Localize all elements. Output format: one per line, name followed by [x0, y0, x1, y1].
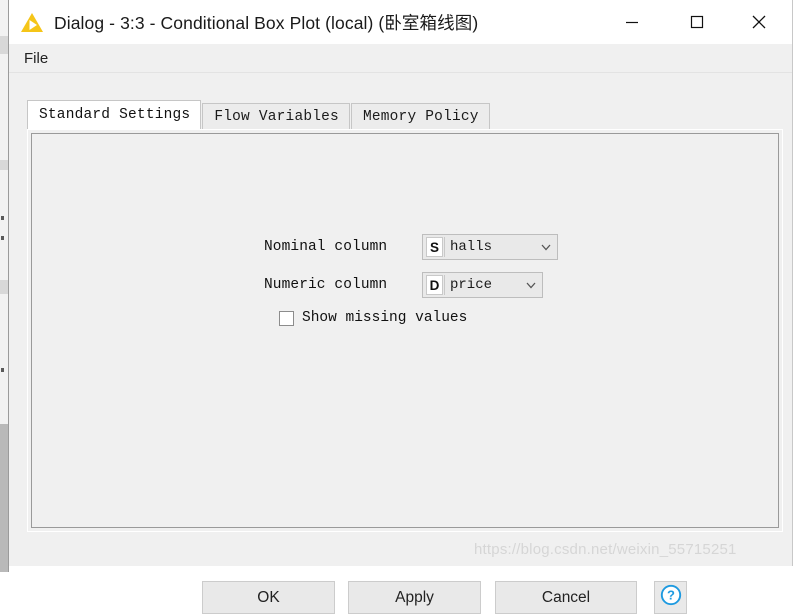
nominal-column-value: halls [450, 239, 493, 255]
minimize-button[interactable] [609, 0, 655, 44]
chevron-down-icon [537, 240, 555, 254]
svg-text:?: ? [667, 588, 675, 603]
cancel-button[interactable]: Cancel [495, 581, 637, 614]
background-band [0, 160, 8, 170]
title-bar: Dialog - 3:3 - Conditional Box Plot (loc… [9, 0, 792, 44]
settings-panel-inner: Nominal column S halls Numeric column D … [31, 133, 779, 528]
background-band [0, 36, 8, 54]
background-tick [1, 236, 4, 240]
background-window-sliver [0, 0, 9, 572]
apply-button[interactable]: Apply [348, 581, 481, 614]
double-type-badge-icon: D [426, 275, 443, 295]
combo-separator [444, 237, 445, 257]
tab-memory-policy[interactable]: Memory Policy [350, 103, 490, 129]
settings-form: Nominal column S halls Numeric column D … [264, 234, 558, 326]
show-missing-values-row[interactable]: Show missing values [279, 310, 558, 326]
maximize-button[interactable] [674, 0, 720, 44]
tab-flow-variables[interactable]: Flow Variables [202, 103, 350, 129]
combo-separator [444, 275, 445, 295]
settings-panel: Nominal column S halls Numeric column D … [27, 129, 783, 532]
help-circle-icon: ? [660, 584, 682, 611]
menu-item-file[interactable]: File [15, 48, 56, 69]
dialog-window: Dialog - 3:3 - Conditional Box Plot (loc… [9, 0, 793, 614]
string-type-badge-icon: S [426, 237, 443, 257]
nominal-column-label: Nominal column [264, 239, 388, 255]
tab-strip: Standard Settings Flow Variables Memory … [27, 100, 491, 129]
show-missing-values-label: Show missing values [302, 310, 468, 326]
numeric-column-select[interactable]: D price [422, 272, 543, 298]
menu-bar: File [9, 44, 792, 73]
background-lower-block [0, 424, 8, 572]
background-tick [1, 368, 4, 372]
ok-button[interactable]: OK [202, 581, 335, 614]
help-button[interactable]: ? [654, 581, 687, 614]
watermark: https://blog.csdn.net/weixin_55715251 [474, 541, 737, 558]
close-button[interactable] [736, 0, 782, 44]
nominal-column-select[interactable]: S halls [422, 234, 558, 260]
background-band [0, 280, 8, 294]
tab-standard-settings[interactable]: Standard Settings [27, 100, 202, 129]
numeric-column-label: Numeric column [264, 277, 388, 293]
chevron-down-icon [522, 278, 540, 292]
show-missing-values-checkbox[interactable] [279, 310, 294, 326]
nominal-column-row: Nominal column S halls [264, 234, 558, 260]
numeric-column-value: price [450, 277, 493, 293]
background-tick [1, 216, 4, 220]
dialog-body: Standard Settings Flow Variables Memory … [9, 73, 792, 614]
numeric-column-row: Numeric column D price [264, 272, 558, 298]
window-title: Dialog - 3:3 - Conditional Box Plot (loc… [54, 12, 479, 33]
knime-triangle-icon [19, 10, 45, 36]
